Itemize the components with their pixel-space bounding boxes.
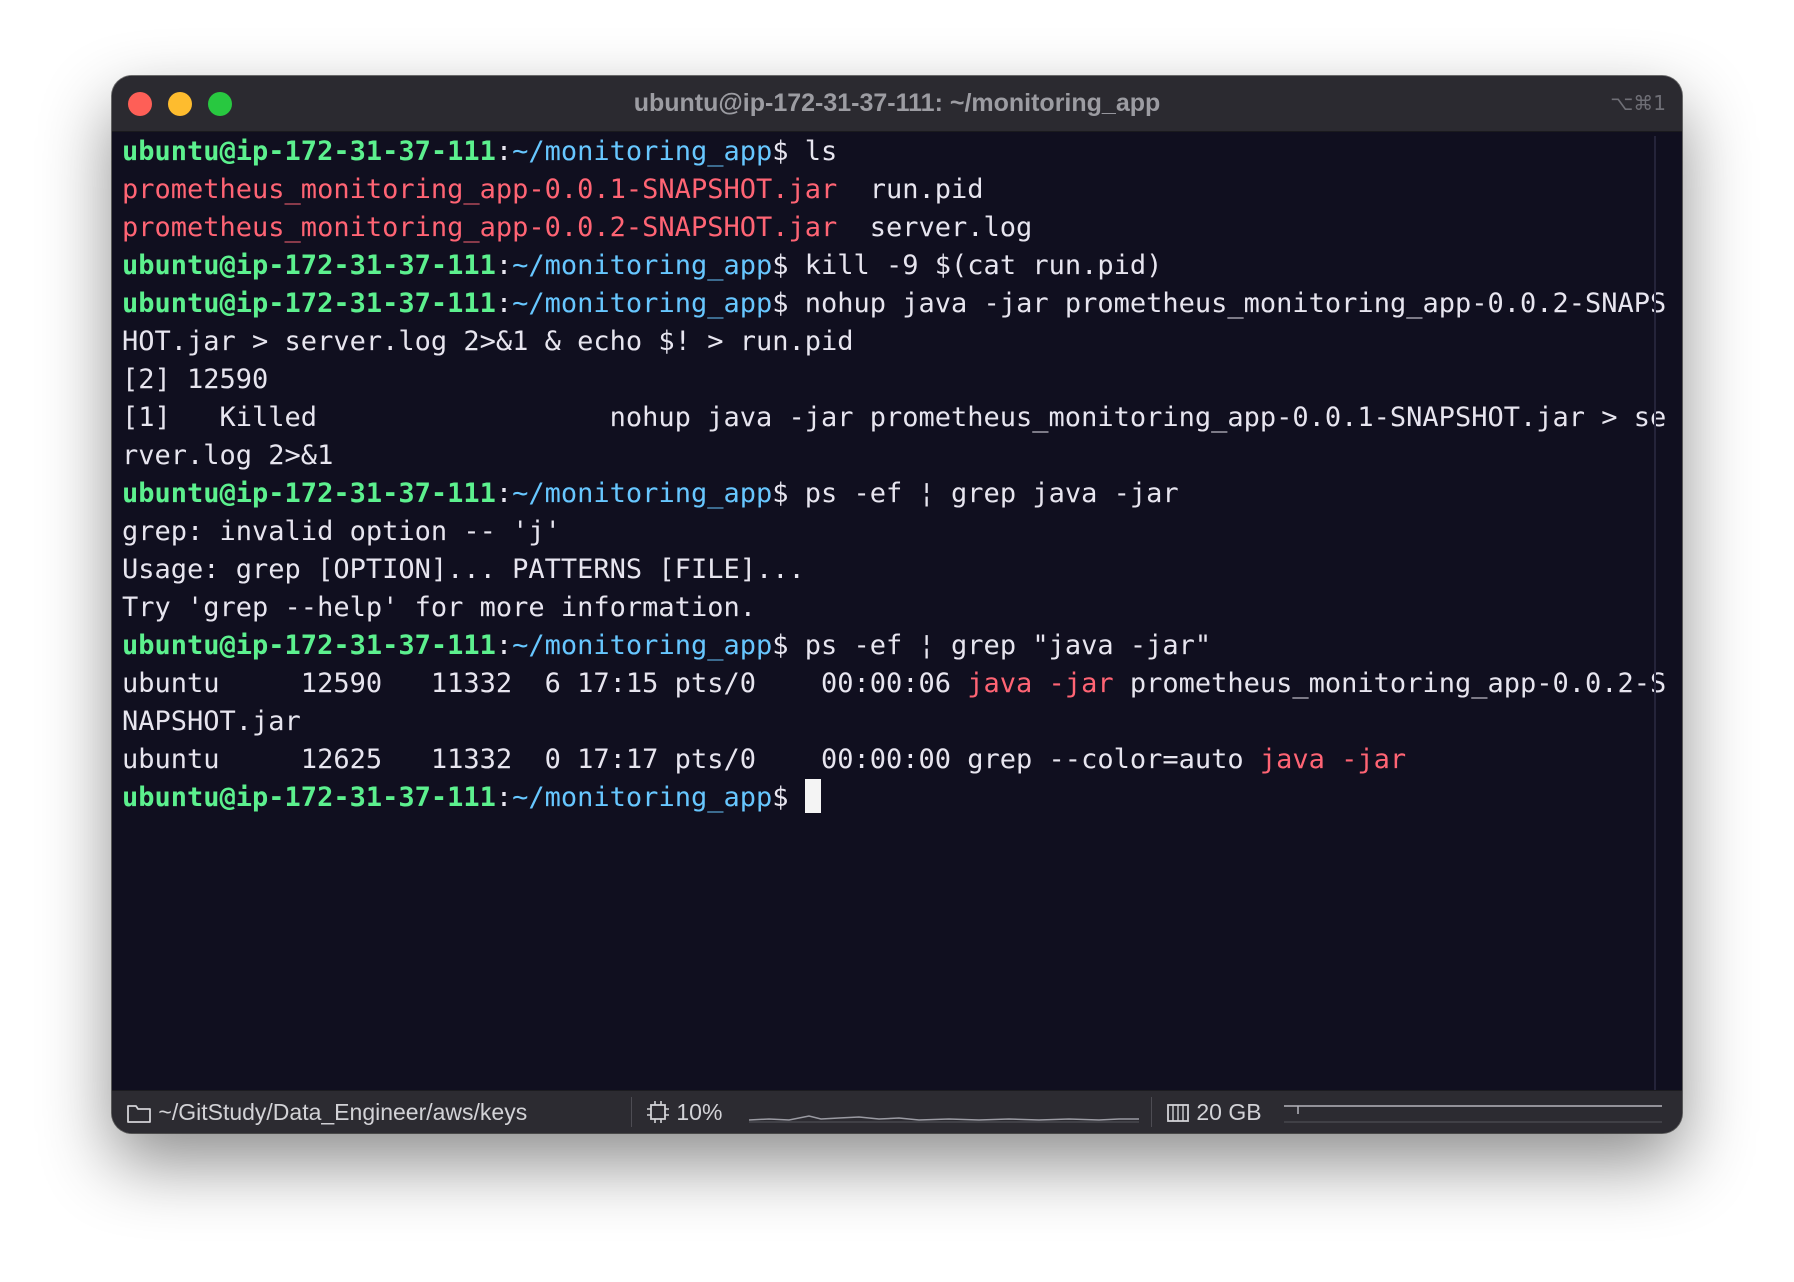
command-text: kill -9 $(cat run.pid) <box>804 250 1163 281</box>
prompt-separator: : <box>495 288 513 319</box>
output-line: [2] 12590 <box>122 361 1682 399</box>
output-text: [1] Killed nohup java -jar prometheus_mo… <box>122 402 1667 433</box>
output-line: Try 'grep --help' for more information. <box>122 589 1682 627</box>
scrollbar[interactable] <box>1654 136 1656 1133</box>
text-cursor <box>804 779 821 813</box>
prompt-user: ubuntu@ip-172-31-37-111 <box>122 478 496 509</box>
jar-file-name: prometheus_monitoring_app-0.0.1-SNAPSHOT… <box>122 174 838 205</box>
terminal-output[interactable]: ubuntu@ip-172-31-37-111:~/monitoring_app… <box>122 133 1682 817</box>
jar-file-name: prometheus_monitoring_app-0.0.2-SNAPSHOT… <box>122 212 838 243</box>
prompt-symbol: $ <box>772 288 805 319</box>
prompt-path: ~/monitoring_app <box>512 782 773 813</box>
output-text: HOT.jar > server.log 2>&1 & echo $! > ru… <box>122 326 854 357</box>
prompt-path: ~/monitoring_app <box>512 478 773 509</box>
prompt-user: ubuntu@ip-172-31-37-111 <box>122 250 496 281</box>
process-command: prometheus_monitoring_app-0.0.2-S <box>1113 668 1667 699</box>
output-text: NAPSHOT.jar <box>122 706 301 737</box>
cpu-graph <box>749 1115 1139 1123</box>
output-text: grep: invalid option -- 'j' <box>122 516 561 547</box>
prompt-separator: : <box>495 630 513 661</box>
command-text: ps -ef ¦ grep java -jar <box>804 478 1179 509</box>
cpu-status[interactable]: 10% <box>646 1091 722 1133</box>
prompt-symbol: $ <box>772 250 805 281</box>
process-line: ubuntu 12590 11332 6 17:15 pts/0 00:00:0… <box>122 665 1682 703</box>
ls-output-line: prometheus_monitoring_app-0.0.2-SNAPSHOT… <box>122 209 1682 247</box>
memory-graph <box>1284 1105 1662 1123</box>
prompt-line: ubuntu@ip-172-31-37-111:~/monitoring_app… <box>122 247 1682 285</box>
process-info: ubuntu 12590 11332 6 17:15 pts/0 00:00:0… <box>122 668 968 699</box>
prompt-path: ~/monitoring_app <box>512 250 773 281</box>
output-text: rver.log 2>&1 <box>122 440 334 471</box>
window-title: ubuntu@ip-172-31-37-111: ~/monitoring_ap… <box>633 89 1161 117</box>
output-line: Usage: grep [OPTION]... PATTERNS [FILE].… <box>122 551 1682 589</box>
ls-output-line: prometheus_monitoring_app-0.0.1-SNAPSHOT… <box>122 171 1682 209</box>
prompt-separator: : <box>495 136 513 167</box>
tab-shortcut: ⌥⌘1 <box>1610 91 1666 115</box>
grep-match: java -jar <box>1259 744 1407 775</box>
prompt-symbol: $ <box>772 478 805 509</box>
prompt-separator: : <box>495 478 513 509</box>
prompt-line: ubuntu@ip-172-31-37-111:~/monitoring_app… <box>122 627 1682 665</box>
cpu-percent: 10% <box>676 1099 723 1125</box>
prompt-user: ubuntu@ip-172-31-37-111 <box>122 288 496 319</box>
prompt-symbol: $ <box>772 630 805 661</box>
title-bar[interactable]: ubuntu@ip-172-31-37-111: ~/monitoring_ap… <box>112 76 1682 132</box>
status-divider <box>1151 1097 1152 1127</box>
output-line: HOT.jar > server.log 2>&1 & echo $! > ru… <box>122 323 1682 361</box>
status-bar: ~/GitStudy/Data_Engineer/aws/keys 10% 20… <box>112 1090 1682 1133</box>
output-line: grep: invalid option -- 'j' <box>122 513 1682 551</box>
status-divider <box>631 1097 632 1127</box>
cwd-status[interactable]: ~/GitStudy/Data_Engineer/aws/keys <box>126 1091 527 1133</box>
memory-status[interactable]: 20 GB <box>1166 1091 1262 1133</box>
prompt-separator: : <box>495 782 513 813</box>
output-line: NAPSHOT.jar <box>122 703 1682 741</box>
terminal-window: ubuntu@ip-172-31-37-111: ~/monitoring_ap… <box>112 76 1682 1133</box>
prompt-line: ubuntu@ip-172-31-37-111:~/monitoring_app… <box>122 285 1682 323</box>
prompt-user: ubuntu@ip-172-31-37-111 <box>122 136 496 167</box>
prompt-path: ~/monitoring_app <box>512 630 773 661</box>
cpu-icon <box>647 1101 669 1123</box>
cwd-path: ~/GitStudy/Data_Engineer/aws/keys <box>158 1099 528 1125</box>
output-text: Usage: grep [OPTION]... PATTERNS [FILE].… <box>122 554 805 585</box>
prompt-line: ubuntu@ip-172-31-37-111:~/monitoring_app… <box>122 475 1682 513</box>
prompt-separator: : <box>495 250 513 281</box>
prompt-path: ~/monitoring_app <box>512 136 773 167</box>
command-text: ls <box>804 136 838 167</box>
file-name: server.log <box>837 212 1033 243</box>
grep-match: java -jar <box>967 668 1114 699</box>
memory-value: 20 GB <box>1196 1099 1262 1125</box>
prompt-path: ~/monitoring_app <box>512 288 773 319</box>
file-name: run.pid <box>837 174 984 205</box>
prompt-line: ubuntu@ip-172-31-37-111:~/monitoring_app… <box>122 779 1682 817</box>
process-info: ubuntu 12625 11332 0 17:17 pts/0 00:00:0… <box>122 744 1260 775</box>
output-line: [1] Killed nohup java -jar prometheus_mo… <box>122 399 1682 437</box>
output-line: rver.log 2>&1 <box>122 437 1682 475</box>
prompt-user: ubuntu@ip-172-31-37-111 <box>122 782 496 813</box>
output-text: Try 'grep --help' for more information. <box>122 592 756 623</box>
command-text: nohup java -jar prometheus_monitoring_ap… <box>804 288 1667 319</box>
prompt-symbol: $ <box>772 136 805 167</box>
prompt-line: ubuntu@ip-172-31-37-111:~/monitoring_app… <box>122 133 1682 171</box>
prompt-symbol: $ <box>772 782 805 813</box>
process-line: ubuntu 12625 11332 0 17:17 pts/0 00:00:0… <box>122 741 1682 779</box>
folder-icon <box>127 1105 151 1123</box>
command-text: ps -ef ¦ grep "java -jar" <box>804 630 1212 661</box>
prompt-user: ubuntu@ip-172-31-37-111 <box>122 630 496 661</box>
output-text: [2] 12590 <box>122 364 269 395</box>
memory-icon <box>1167 1104 1189 1122</box>
